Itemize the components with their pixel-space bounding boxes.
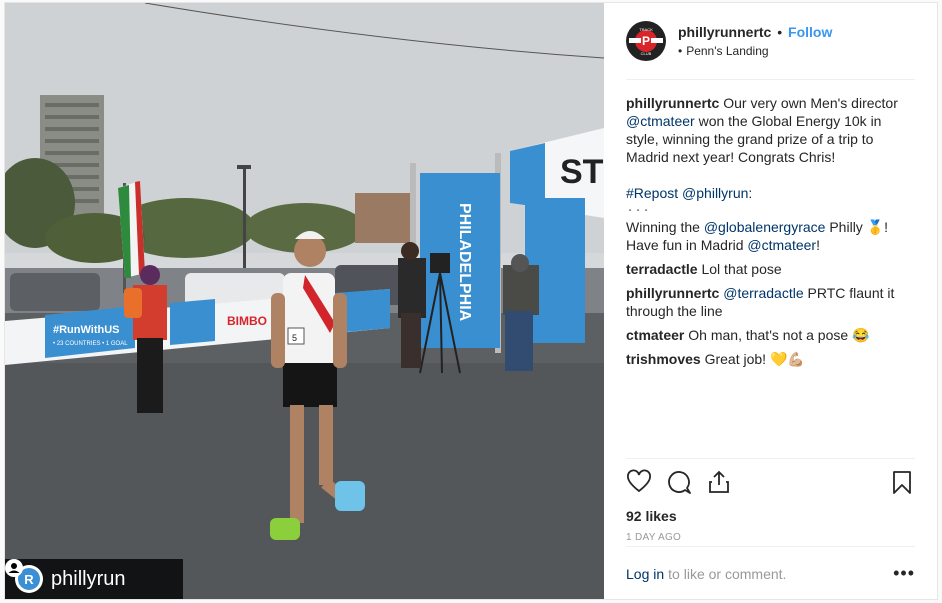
comment-text: Great job! 💛💪🏼 [704, 351, 805, 367]
dots-divider: ・・・ [626, 206, 650, 215]
caption-continued: Winning the @globalenergyrace Philly 🥇! … [626, 219, 889, 253]
login-prompt-text: to like or comment. [668, 565, 787, 582]
heart-icon[interactable] [626, 469, 652, 495]
mention-link[interactable]: @ctmateer [626, 113, 695, 129]
repost-line: #Repost @phillyrun: [626, 185, 753, 201]
comment-icon[interactable] [666, 469, 692, 495]
profile-avatar[interactable]: TRACK P CLUB [626, 21, 666, 61]
post-header: TRACK P CLUB phillyrunnertc • Follow • Pe… [626, 3, 915, 80]
share-icon[interactable] [706, 469, 732, 495]
mention-link[interactable]: @terradactle [723, 285, 803, 301]
comment-text: Oh man, that's not a pose 😂 [688, 327, 870, 343]
post-timestamp[interactable]: 1 DAY AGO [626, 532, 915, 543]
post-frame: #RunWithUS • 23 COUNTRIES • 1 GOAL BIMBO… [4, 2, 938, 600]
mention-link[interactable]: @phillyrun [682, 185, 748, 201]
like-count[interactable]: 92 likes [626, 508, 915, 524]
banner-text: #RunWithUS [53, 324, 120, 336]
comment-username[interactable]: terradactle [626, 261, 698, 277]
comment-text: Lol that pose [701, 261, 782, 277]
comment-username[interactable]: phillyrunnertc [626, 285, 719, 301]
mention-link[interactable]: @ctmateer [747, 237, 816, 253]
post-photo[interactable]: #RunWithUS • 23 COUNTRIES • 1 GOAL BIMBO… [5, 3, 604, 599]
login-prompt: Log in to like or comment. ••• [626, 546, 915, 600]
repost-username: phillyrun [51, 567, 126, 590]
banner-subtext: • 23 COUNTRIES • 1 GOAL [53, 341, 128, 347]
sponsor-text: BIMBO [227, 314, 267, 328]
action-bar: 92 likes 1 DAY AGO [626, 458, 915, 543]
location-dot-icon: • [678, 44, 683, 58]
comment-item: phillyrunnertc @terradactle PRTC flaunt … [626, 284, 915, 320]
profile-username[interactable]: phillyrunnertc [678, 24, 771, 40]
follow-button[interactable]: Follow [788, 24, 832, 40]
arch-text: ST [560, 153, 604, 191]
pillar-text: PHILADELPHIA [456, 203, 473, 322]
comment-username[interactable]: trishmoves [626, 351, 701, 367]
more-options-icon[interactable]: ••• [893, 563, 915, 584]
caption-username[interactable]: phillyrunnertc [626, 95, 719, 111]
repost-attribution: R phillyrun [5, 559, 183, 599]
hashtag-link[interactable]: #Repost [626, 185, 678, 201]
comment-item: ctmateer Oh man, that's not a pose 😂 [626, 326, 915, 344]
user-tag-icon[interactable] [5, 559, 23, 577]
bib-number: 5 [292, 333, 297, 343]
caption: phillyrunnertc Our very own Men's direct… [626, 95, 898, 165]
comment-username[interactable]: ctmateer [626, 327, 684, 343]
location-link[interactable]: Penn's Landing [686, 44, 768, 58]
comment-item: terradactle Lol that pose [626, 260, 915, 278]
separator-dot: • [777, 24, 783, 40]
comment-item: trishmoves Great job! 💛💪🏼 [626, 350, 915, 368]
comment-list: phillyrunnertc Our very own Men's direct… [626, 94, 915, 368]
post-side-panel: TRACK P CLUB phillyrunnertc • Follow • Pe… [604, 3, 937, 599]
photo-scene: #RunWithUS • 23 COUNTRIES • 1 GOAL BIMBO… [5, 3, 604, 599]
bookmark-icon[interactable] [889, 469, 915, 495]
mention-link[interactable]: @globalenergyrace [704, 219, 826, 235]
login-link[interactable]: Log in [626, 566, 664, 582]
